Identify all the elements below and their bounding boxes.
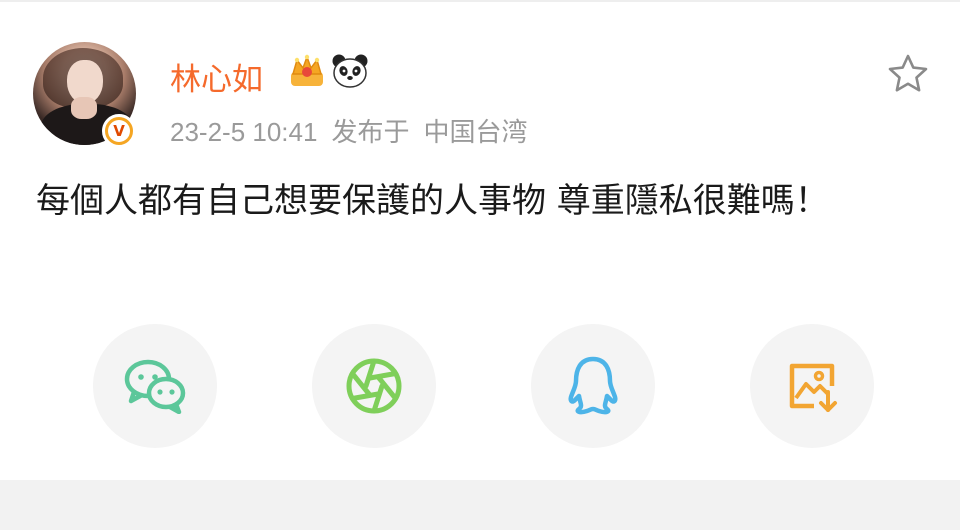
save-image-button[interactable]: [750, 324, 874, 448]
moments-icon: [346, 358, 402, 414]
crown-icon: [291, 54, 323, 86]
post-location: 中国台湾: [423, 117, 528, 147]
bottom-divider: [0, 480, 960, 530]
share-wechat-button[interactable]: [93, 324, 217, 448]
share-moments-button[interactable]: [312, 324, 436, 448]
post-meta: 23-2-5 10:41 发布于 中国台湾: [170, 112, 541, 149]
wechat-icon: [124, 359, 186, 414]
panda-icon: [332, 54, 368, 88]
save-image-icon: [789, 363, 837, 412]
posted-from-label: 发布于: [331, 117, 410, 147]
verified-badge-label: V: [108, 120, 130, 142]
share-qq-button[interactable]: [531, 324, 655, 448]
author-name[interactable]: 林心如: [170, 54, 263, 99]
qq-icon: [568, 356, 618, 415]
top-divider: [0, 0, 960, 2]
post-time: 23-2-5 10:41: [170, 117, 318, 147]
post-text: 每個人都有自己想要保護的人事物 尊重隱私很難嗎！: [36, 181, 829, 221]
verified-badge-icon: V: [102, 114, 136, 148]
favorite-star-icon[interactable]: [886, 52, 930, 96]
